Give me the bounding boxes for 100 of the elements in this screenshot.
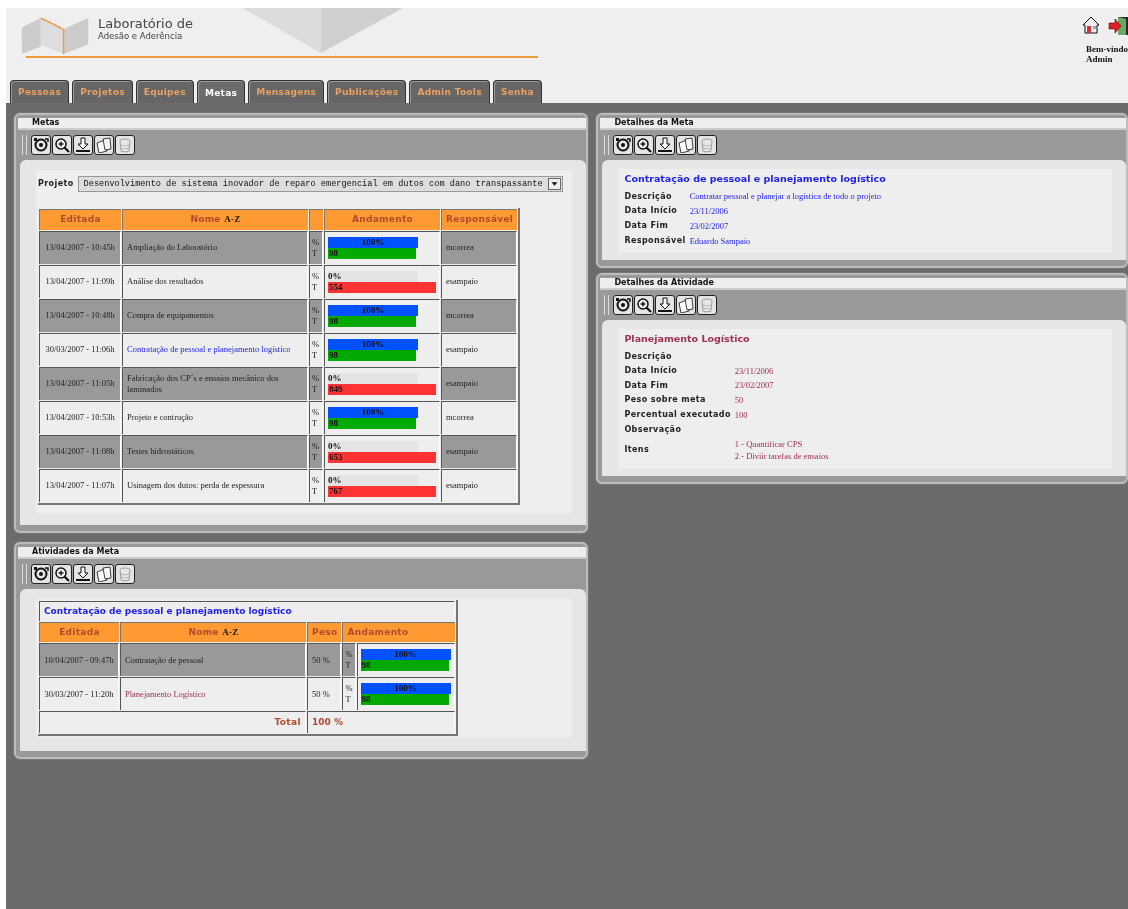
- table-cell: 50 %: [307, 677, 342, 710]
- progress-label: 100%: [361, 236, 385, 247]
- table-cell[interactable]: Usinagem dos dutos: perda de espessura: [122, 468, 308, 502]
- time-label-key: T: [312, 247, 320, 259]
- table-cell: 30/03/2007 - 11:06h: [39, 332, 121, 366]
- time-bar: 98: [360, 660, 449, 671]
- table-cell: 50 %: [307, 643, 342, 676]
- progress-label: 100%: [394, 683, 417, 693]
- time-label-key: T: [312, 417, 320, 429]
- toolbar-button[interactable]: [676, 295, 697, 316]
- table-cell: esampaio: [441, 264, 518, 298]
- table-cell[interactable]: Testes hidrostáticos: [122, 434, 308, 468]
- field-label: Data Início: [624, 364, 679, 377]
- refresh-icon: [615, 297, 632, 314]
- logo-drawing: [20, 18, 90, 54]
- table-cell[interactable]: Contratação de pessoal e planejamento logístico: [122, 332, 308, 366]
- progress-label-key: %: [312, 406, 320, 418]
- time-bar: 554: [328, 281, 436, 293]
- table-cell: 13/04/2007 - 11:07h: [39, 468, 121, 502]
- field-label: Itens: [624, 444, 651, 457]
- time-bar: 653: [328, 451, 436, 463]
- toolbar-button[interactable]: [52, 135, 72, 155]
- progress-label-key: %: [312, 372, 320, 384]
- time-bar: 849: [328, 383, 436, 395]
- field-value: 23/11/2006: [689, 205, 730, 218]
- time-label-key: T: [345, 660, 353, 671]
- toolbar-button[interactable]: [613, 135, 634, 155]
- sort-link[interactable]: A-Z: [224, 214, 241, 224]
- toolbar-button[interactable]: [94, 135, 114, 155]
- progress-label: 0%: [328, 372, 342, 383]
- table-cell: esampaio: [441, 434, 518, 468]
- panel-title: Atividades da Meta: [18, 546, 587, 559]
- time-bar: 98: [360, 694, 449, 705]
- toolbar-button[interactable]: [52, 563, 72, 584]
- time-bar: 767: [328, 485, 436, 497]
- exit-icon: [1108, 16, 1128, 36]
- toolbar-button[interactable]: [73, 563, 93, 584]
- zoom-in-icon: [54, 565, 70, 582]
- table-cell: 13/04/2007 - 11:08h: [39, 434, 121, 468]
- table-cell: esampaio: [441, 366, 518, 400]
- home-icon: [1082, 16, 1100, 34]
- toolbar-button[interactable]: [634, 135, 655, 155]
- time-bar: 98: [328, 417, 416, 429]
- progress-label-key: %: [312, 440, 320, 452]
- toolbar-button[interactable]: [31, 135, 51, 155]
- toolbar-button[interactable]: [31, 563, 51, 584]
- progress-label-key: %: [345, 649, 353, 660]
- table-cell: 10/04/2007 - 09:47h: [39, 643, 119, 676]
- trash-icon: [699, 137, 716, 153]
- table-cell[interactable]: Planejamento Logístico: [120, 677, 306, 710]
- progress-label: 0%: [328, 270, 342, 281]
- toolbar-button[interactable]: [613, 295, 634, 316]
- column-header[interactable]: Nome A-Z: [120, 621, 306, 642]
- time-label-key: T: [312, 451, 320, 463]
- table-cell[interactable]: Projeto e contrução: [122, 400, 308, 434]
- table-cell: mcorrea: [441, 230, 518, 264]
- tab[interactable]: Metas: [196, 80, 246, 103]
- table-cell: 13/04/2007 - 11:09h: [39, 264, 121, 298]
- table-cell: mcorrea: [441, 400, 518, 434]
- toolbar-button[interactable]: [676, 135, 697, 155]
- time-bar: 98: [328, 247, 416, 259]
- time-label-key: T: [312, 383, 320, 395]
- toolbar-button[interactable]: [634, 295, 655, 316]
- zoom-in-icon: [636, 297, 653, 314]
- table-cell[interactable]: Contratação de pessoal: [120, 643, 306, 676]
- table-cell: 13/04/2007 - 10:48h: [39, 298, 121, 332]
- download-icon: [75, 565, 91, 582]
- field-label: Responsável: [624, 234, 686, 247]
- field-label: Projeto: [38, 178, 74, 190]
- progress-label: 100%: [361, 304, 385, 315]
- column-header[interactable]: Nome A-Z: [122, 209, 308, 230]
- toolbar-button[interactable]: [94, 563, 114, 584]
- trash-icon: [117, 565, 133, 582]
- time-bar: 98: [328, 315, 416, 327]
- column-title: Nome: [188, 626, 219, 637]
- toolbar-button[interactable]: [73, 135, 93, 155]
- table-cell: mcorrea: [441, 298, 518, 332]
- table-cell: esampaio: [441, 332, 518, 366]
- toolbar-button[interactable]: [655, 295, 676, 316]
- field-value: 2 - Diviir tarefas de ensaios: [734, 450, 830, 463]
- panel-title: Metas: [18, 118, 587, 130]
- table-cell[interactable]: Compra de equipamentos: [122, 298, 308, 332]
- sort-link[interactable]: A-Z: [222, 626, 239, 637]
- table-cell[interactable]: Ampliação do Laboratório: [122, 230, 308, 264]
- field-value: 100: [734, 408, 749, 422]
- time-label-key: T: [345, 694, 353, 705]
- documents-icon: [678, 297, 695, 314]
- progress-label-key: %: [312, 474, 320, 486]
- panel-title: Detalhes da Meta: [600, 118, 1126, 130]
- total-value: 100 %: [307, 711, 455, 733]
- table-cell[interactable]: Análise dos resultados: [122, 264, 308, 298]
- trash-icon: [699, 297, 716, 314]
- toolbar-button[interactable]: [655, 135, 676, 155]
- table-cell[interactable]: Fabricação dos CP´s e ensaios mecânico dos laminados: [122, 366, 308, 400]
- download-icon: [657, 297, 674, 314]
- time-label-key: T: [312, 315, 320, 327]
- refresh-icon: [615, 137, 632, 153]
- project-select[interactable]: Desenvolvimento de sistema inovador de reparo emergencial em dutos com dano transpassante: [77, 176, 563, 192]
- progress-label-key: %: [312, 270, 320, 282]
- progress-label: 100%: [394, 649, 417, 659]
